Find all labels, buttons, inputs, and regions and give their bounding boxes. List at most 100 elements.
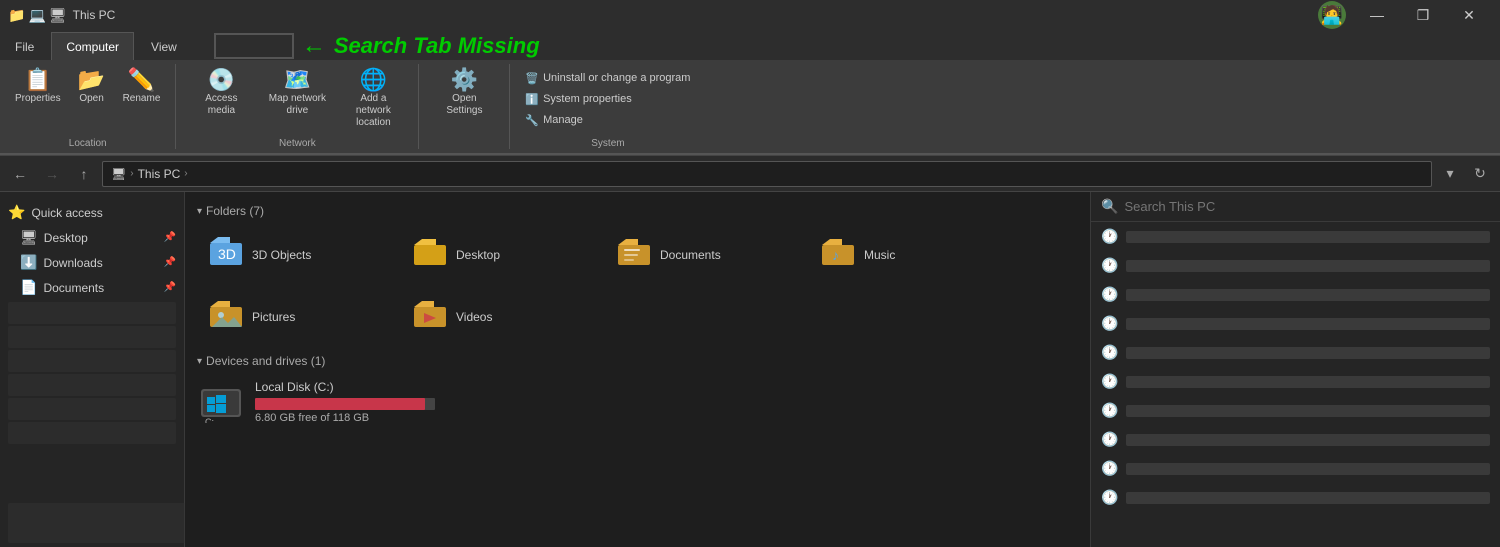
network-group-items: 💿 Access media 🗺️ Map network drive 🌐 Ad…	[184, 64, 410, 134]
history-item-1[interactable]: 🕐	[1091, 222, 1500, 251]
search-input[interactable]	[1124, 199, 1490, 214]
address-pc-icon: 🖥	[111, 167, 126, 181]
folder-music-icon: ♪	[820, 233, 856, 277]
manage-button[interactable]: 🔧 Manage	[518, 111, 697, 130]
desktop-label: Desktop	[44, 231, 88, 245]
minimize-button[interactable]: —	[1354, 0, 1400, 30]
clock-icon-4: 🕐	[1101, 315, 1118, 332]
uninstall-button[interactable]: 🗑️ Uninstall or change a program	[518, 69, 697, 88]
window-icon-folder: 📁	[8, 7, 25, 24]
up-button[interactable]: ↑	[70, 160, 98, 188]
rename-icon: ✏️	[128, 69, 155, 91]
search-panel: 🔍 🕐 🕐 🕐 🕐 🕐	[1090, 192, 1500, 547]
history-item-6[interactable]: 🕐	[1091, 367, 1500, 396]
user-avatar[interactable]: 🧑‍💻	[1318, 1, 1346, 29]
address-bar[interactable]: 🖥 › This PC ›	[102, 161, 1432, 187]
folders-section-header[interactable]: ▾ Folders (7)	[185, 200, 1090, 222]
refresh-button[interactable]: ↻	[1466, 160, 1494, 188]
history-text-5	[1126, 347, 1490, 359]
folder-videos-icon	[412, 295, 448, 339]
folder-videos-label: Videos	[456, 310, 492, 324]
drive-icon: C:	[197, 381, 245, 423]
window-title: This PC	[73, 8, 116, 22]
sidebar-blurred-2	[8, 326, 176, 348]
nav-extra-controls: ▾ ↻	[1436, 160, 1494, 188]
local-disk-c[interactable]: C: Local Disk (C:) 6.80 GB free of 118 G…	[185, 372, 1090, 432]
tab-file[interactable]: File	[0, 32, 49, 60]
history-item-4[interactable]: 🕐	[1091, 309, 1500, 338]
history-text-7	[1126, 405, 1490, 417]
history-item-2[interactable]: 🕐	[1091, 251, 1500, 280]
window-icon-monitor: 🖥	[49, 7, 67, 24]
access-media-button[interactable]: 💿 Access media	[184, 64, 258, 122]
svg-text:3D: 3D	[218, 246, 236, 262]
back-button[interactable]: ←	[6, 160, 34, 188]
add-network-location-button[interactable]: 🌐 Add a network location	[336, 64, 410, 134]
downloads-pin-icon: 📌	[164, 257, 176, 268]
history-item-7[interactable]: 🕐	[1091, 396, 1500, 425]
sidebar-blurred-1	[8, 302, 176, 324]
history-text-4	[1126, 318, 1490, 330]
folder-desktop[interactable]: Desktop	[401, 226, 601, 284]
history-text-1	[1126, 231, 1490, 243]
desktop-icon: 🖥	[20, 229, 38, 246]
location-group-label: Location	[69, 138, 107, 149]
open-settings-button[interactable]: ⚙️ Open Settings	[427, 64, 501, 122]
clock-icon-9: 🕐	[1101, 460, 1118, 477]
tab-computer[interactable]: Computer	[51, 32, 134, 60]
drive-usage-bar-fill	[255, 398, 425, 410]
properties-button[interactable]: 📋 Properties	[8, 64, 68, 110]
sidebar-blurred-3	[8, 350, 176, 372]
rename-button[interactable]: ✏️ Rename	[116, 64, 168, 110]
dropdown-button[interactable]: ▾	[1436, 160, 1464, 188]
ribbon-tabs: File Computer View ← Search Tab Missing	[0, 30, 1500, 60]
clock-icon-1: 🕐	[1101, 228, 1118, 245]
folder-3d-objects[interactable]: 3D 3D Objects	[197, 226, 397, 284]
history-item-10[interactable]: 🕐	[1091, 483, 1500, 512]
history-item-9[interactable]: 🕐	[1091, 454, 1500, 483]
ribbon: File Computer View ← Search Tab Missing …	[0, 30, 1500, 156]
history-text-3	[1126, 289, 1490, 301]
history-item-3[interactable]: 🕐	[1091, 280, 1500, 309]
close-button[interactable]: ✕	[1446, 0, 1492, 30]
system-properties-button[interactable]: ℹ️ System properties	[518, 90, 697, 109]
sidebar-item-desktop[interactable]: 🖥 Desktop 📌	[0, 225, 184, 250]
folder-music[interactable]: ♪ Music	[809, 226, 1009, 284]
manage-icon: 🔧	[525, 114, 539, 127]
history-item-8[interactable]: 🕐	[1091, 425, 1500, 454]
tab-view[interactable]: View	[136, 32, 192, 60]
history-item-5[interactable]: 🕐	[1091, 338, 1500, 367]
missing-search-tab-placeholder	[214, 33, 294, 59]
system-items: 🗑️ Uninstall or change a program ℹ️ Syst…	[518, 64, 697, 134]
sidebar-blurred-5	[8, 398, 176, 420]
folder-videos[interactable]: Videos	[401, 288, 601, 346]
maximize-button[interactable]: ❐	[1400, 0, 1446, 30]
sidebar-item-quick-access[interactable]: ⭐ Quick access	[0, 200, 184, 225]
sidebar-blurred-6	[8, 422, 176, 444]
network-group-label: Network	[279, 138, 316, 149]
devices-section-header[interactable]: ▾ Devices and drives (1)	[185, 350, 1090, 372]
pin-icon: 📌	[164, 232, 176, 243]
search-history-list: 🕐 🕐 🕐 🕐 🕐 🕐	[1091, 222, 1500, 512]
folder-pictures-label: Pictures	[252, 310, 295, 324]
drive-info: Local Disk (C:) 6.80 GB free of 118 GB	[255, 380, 1078, 424]
folder-documents-icon	[616, 233, 652, 277]
folder-documents[interactable]: Documents	[605, 226, 805, 284]
sidebar-item-documents[interactable]: 📄 Documents 📌	[0, 275, 184, 300]
folders-label: Folders (7)	[206, 204, 264, 218]
address-this-pc: This PC	[138, 167, 181, 181]
forward-button[interactable]: →	[38, 160, 66, 188]
open-button[interactable]: 📂 Open	[70, 64, 114, 110]
sidebar: ⭐ Quick access 🖥 Desktop 📌 ⬇️ Downloads …	[0, 192, 185, 547]
folder-desktop-label: Desktop	[456, 248, 500, 262]
open-icon: 📂	[78, 69, 105, 91]
map-network-drive-button[interactable]: 🗺️ Map network drive	[260, 64, 334, 122]
sidebar-item-downloads[interactable]: ⬇️ Downloads 📌	[0, 250, 184, 275]
folder-pictures-icon	[208, 295, 244, 339]
folder-3d-label: 3D Objects	[252, 248, 311, 262]
window-icon-pc: 💻	[28, 7, 45, 24]
clock-icon-10: 🕐	[1101, 489, 1118, 506]
folder-pictures[interactable]: Pictures	[197, 288, 397, 346]
history-text-6	[1126, 376, 1490, 388]
history-text-9	[1126, 463, 1490, 475]
